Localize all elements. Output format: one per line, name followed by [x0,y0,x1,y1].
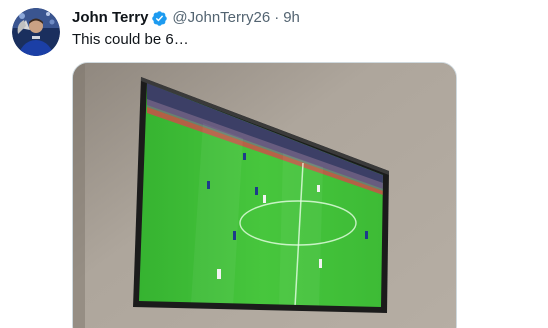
author-avatar[interactable] [12,8,60,56]
tweet-header: John Terry @JohnTerry26 · 9h [72,8,300,28]
separator-dot: · [274,9,280,26]
tv-photo-football-match-image [73,63,456,328]
author-display-name[interactable]: John Terry [72,8,148,28]
avatar-image [12,8,60,56]
tweet-media-photo[interactable] [72,62,457,328]
tweet-card[interactable]: John Terry @JohnTerry26 · 9h This could … [0,0,548,328]
author-handle[interactable]: @JohnTerry26 [172,8,270,28]
verified-badge-icon [151,10,168,27]
tweet-text: This could be 6… [72,31,189,48]
tweet-timestamp[interactable]: 9h [283,8,300,28]
